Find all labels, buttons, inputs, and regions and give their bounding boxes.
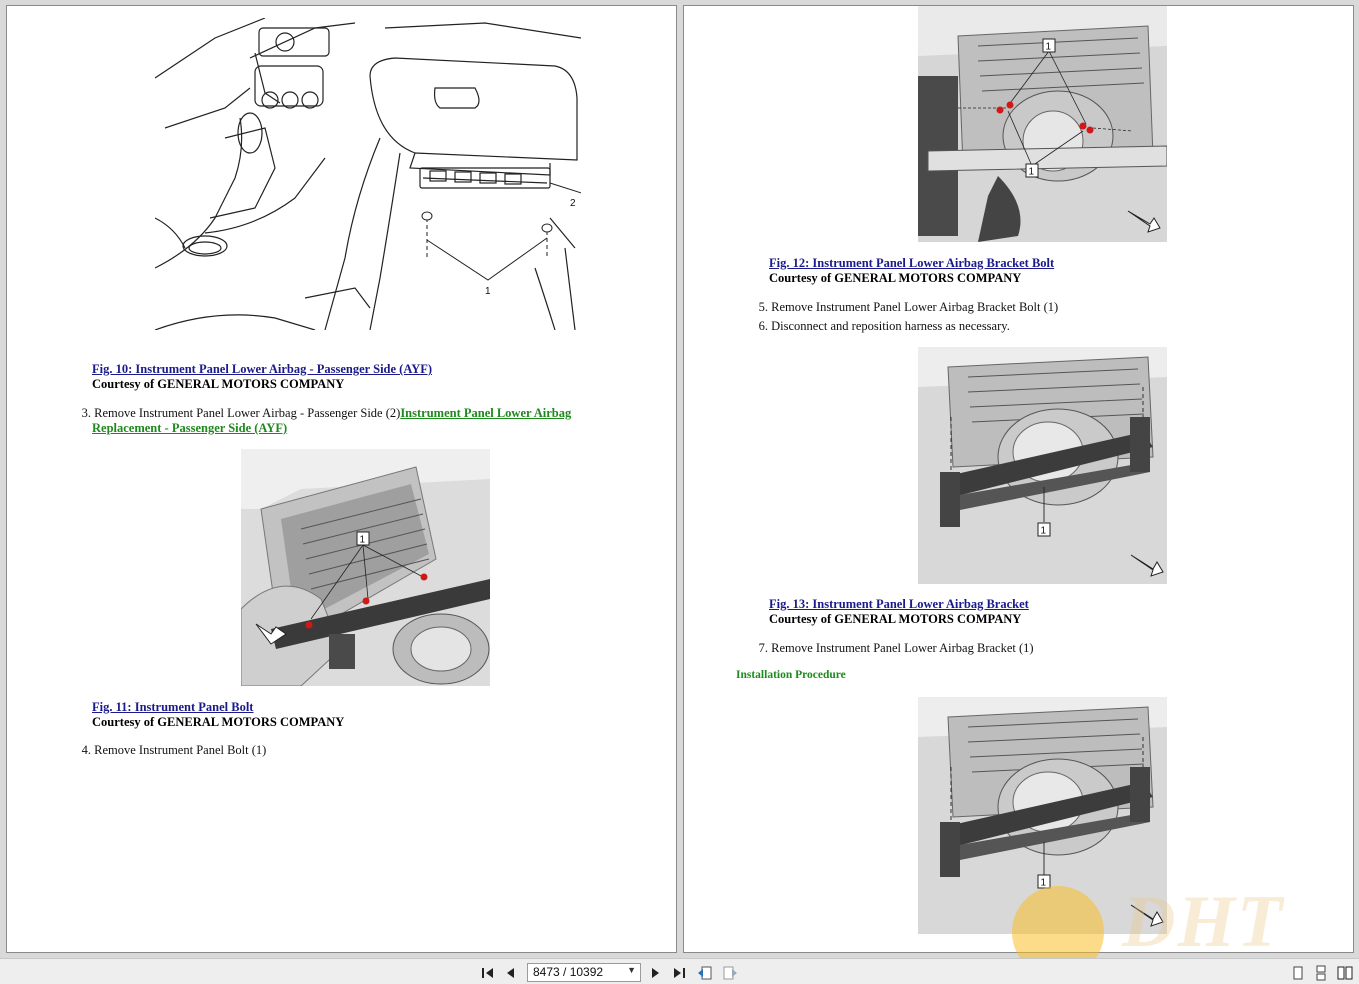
back-view-icon[interactable] [697, 965, 713, 981]
forward-view-icon[interactable] [722, 965, 738, 981]
single-page-view-icon[interactable] [1290, 965, 1306, 981]
step-5-number: 5. [758, 300, 768, 314]
previous-page-icon[interactable] [503, 965, 519, 981]
fig10-courtesy: Courtesy of GENERAL MOTORS COMPANY [92, 377, 345, 391]
fig12-caption-link[interactable]: Fig. 12: Instrument Panel Lower Airbag B… [769, 256, 1054, 271]
step-3-text: Remove Instrument Panel Lower Airbag - P… [94, 406, 401, 420]
document-page-right: 1 1 Fig. 12: Instrument Panel Lower Airb… [683, 5, 1354, 953]
step-3-reference-link-line2[interactable]: Replacement - Passenger Side (AYF) [92, 421, 287, 435]
figure-12-illustration: 1 1 [918, 6, 1167, 242]
viewer-toolbar: 8473 / 10392 ▼ [0, 958, 1359, 984]
page-number-field[interactable]: 8473 / 10392 ▼ [527, 963, 641, 982]
fig10-callout-1: 1 [485, 286, 491, 297]
document-page-left: 1 2 Fig. 10: Instrument Panel Lower Airb… [6, 5, 677, 953]
figure-14-illustration: 1 [918, 697, 1167, 934]
first-page-icon[interactable] [480, 965, 496, 981]
fig13-callout-1: 1 [1041, 526, 1047, 537]
fig11-caption-link[interactable]: Fig. 11: Instrument Panel Bolt [92, 700, 253, 715]
step-3: 3. Remove Instrument Panel Lower Airbag … [77, 406, 572, 421]
page-dropdown-arrow-icon[interactable]: ▼ [627, 965, 636, 975]
step-6: 6. Disconnect and reposition harness as … [754, 319, 1010, 334]
fig10-caption-link[interactable]: Fig. 10: Instrument Panel Lower Airbag -… [92, 362, 432, 377]
fig13-caption-link[interactable]: Fig. 13: Instrument Panel Lower Airbag B… [769, 597, 1029, 612]
step-4-number: 4. [81, 743, 91, 757]
figure-11-illustration: 1 [241, 449, 490, 686]
facing-pages-view-icon[interactable] [1337, 965, 1353, 981]
fig14-callout-1: 1 [1041, 878, 1047, 889]
step-7-number: 7. [758, 641, 768, 655]
fig10-callout-2: 2 [570, 198, 576, 209]
fig11-courtesy: Courtesy of GENERAL MOTORS COMPANY [92, 715, 345, 729]
step-6-number: 6. [758, 319, 768, 333]
step-7: 7. Remove Instrument Panel Lower Airbag … [754, 641, 1034, 656]
step-6-text: Disconnect and reposition harness as nec… [771, 319, 1010, 333]
step-5-text: Remove Instrument Panel Lower Airbag Bra… [771, 300, 1059, 314]
installation-procedure-heading: Installation Procedure [736, 669, 846, 681]
step-3-number: 3. [81, 406, 91, 420]
page-indicator-text: 8473 / 10392 [533, 965, 604, 979]
step-4: 4. Remove Instrument Panel Bolt (1) [77, 743, 267, 758]
fig12-courtesy: Courtesy of GENERAL MOTORS COMPANY [769, 271, 1022, 285]
continuous-view-icon[interactable] [1313, 965, 1329, 981]
fig12-callout-1-bottom: 1 [1029, 167, 1035, 178]
step-3-reference-link[interactable]: Instrument Panel Lower Airbag [400, 406, 571, 420]
next-page-icon[interactable] [647, 965, 663, 981]
fig13-courtesy: Courtesy of GENERAL MOTORS COMPANY [769, 612, 1022, 626]
fig11-callout-1: 1 [360, 535, 366, 546]
step-5: 5. Remove Instrument Panel Lower Airbag … [754, 300, 1059, 315]
step-4-text: Remove Instrument Panel Bolt (1) [94, 743, 267, 757]
last-page-icon[interactable] [671, 965, 687, 981]
fig12-callout-1-top: 1 [1046, 42, 1052, 53]
step-3-link-continuation[interactable]: Replacement - Passenger Side (AYF) [92, 421, 287, 436]
figure-10-illustration: 1 2 [155, 18, 581, 330]
figure-13-illustration: 1 [918, 347, 1167, 584]
step-7-text: Remove Instrument Panel Lower Airbag Bra… [771, 641, 1034, 655]
